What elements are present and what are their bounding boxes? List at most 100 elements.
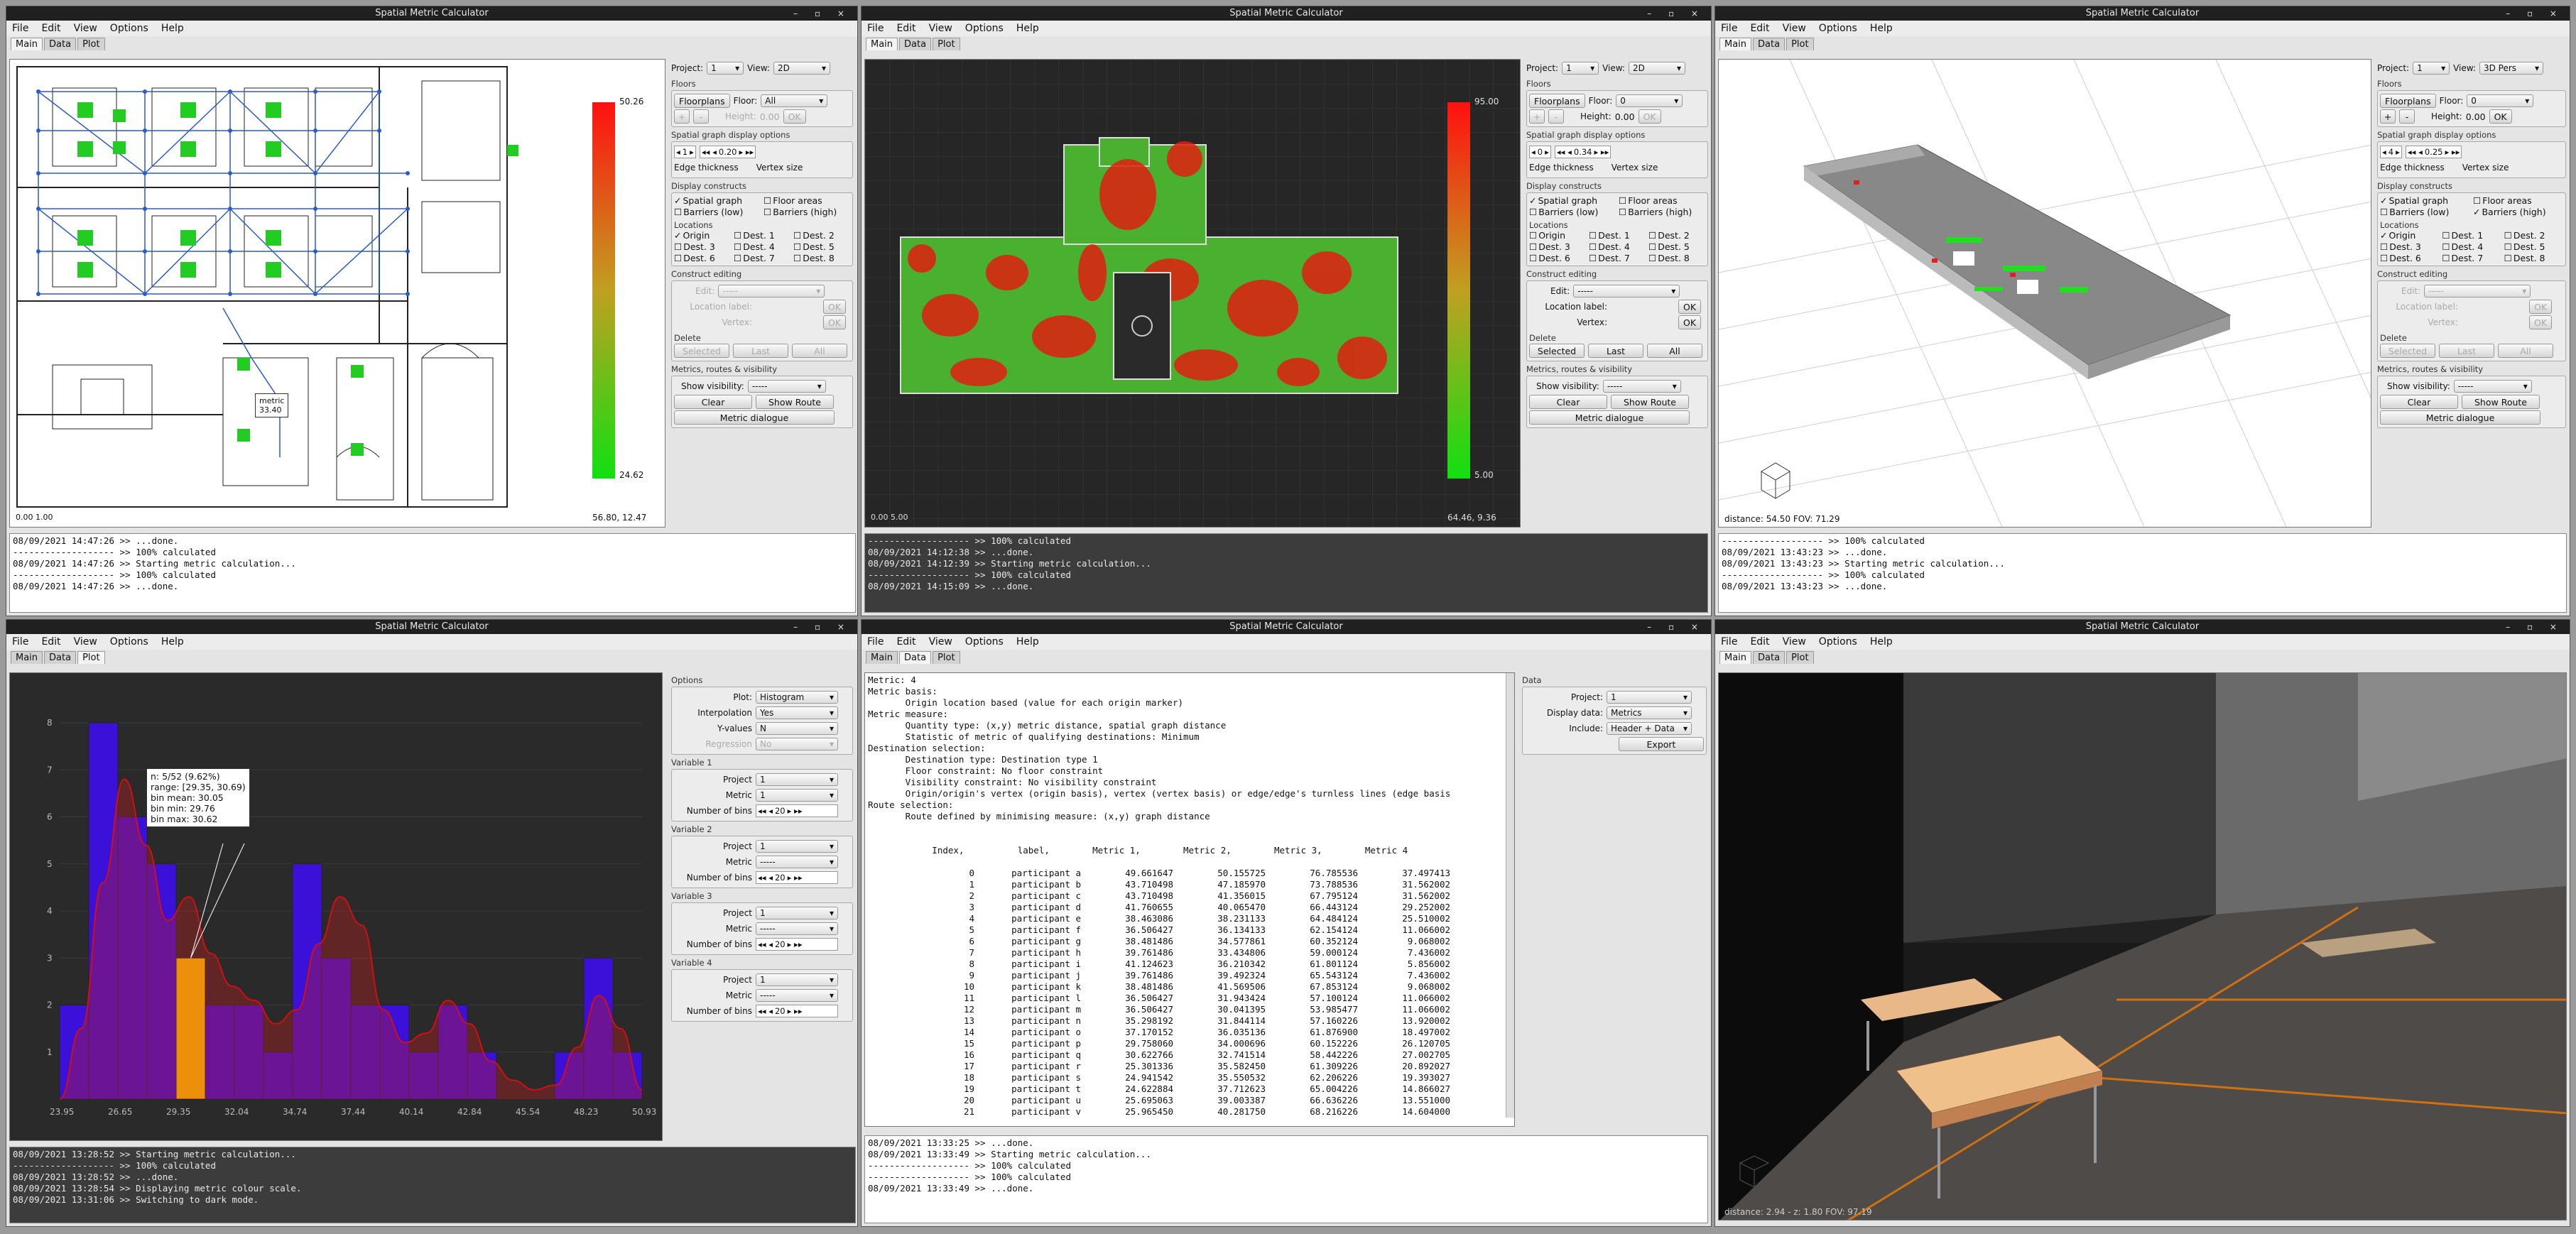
tab-data[interactable]: Data [899,38,932,50]
dest3-checkbox[interactable]: ☐ Dest. 3 [1529,241,1586,252]
window-controls[interactable]: – ▫ × [1647,620,1705,634]
menu-edit[interactable]: Edit [896,23,915,34]
metric-dialogue-button[interactable]: Metric dialogue [1529,410,1690,425]
delete-last-button[interactable]: Last [2439,344,2494,358]
menu-file[interactable]: File [12,23,28,34]
menu-file[interactable]: File [1721,23,1737,34]
tab-plot[interactable]: Plot [77,38,105,50]
menu-help[interactable]: Help [161,636,184,648]
project-select[interactable]: 1 ▾ [1607,691,1692,704]
dest2-checkbox[interactable]: ☐ Dest. 2 [1648,230,1705,241]
menu-view[interactable]: View [1783,636,1806,648]
delete-all-button[interactable]: All [1647,344,1702,358]
bins-spinner[interactable]: ◂◂ ◂ 20 ▸ ▸▸ [756,1005,838,1017]
dest4-checkbox[interactable]: ☐ Dest. 4 [1589,241,1646,252]
tab-data[interactable]: Data [44,651,77,664]
edit-select[interactable]: ----- ▾ [2424,285,2531,297]
bins-spinner[interactable]: ◂◂ ◂ 20 ▸ ▸▸ [756,804,838,817]
dest8-checkbox[interactable]: ☐ Dest. 8 [1648,253,1705,263]
dest6-checkbox[interactable]: ☐ Dest. 6 [1529,253,1586,263]
var-project-select[interactable]: 1 ▾ [756,773,838,786]
show-route-button[interactable]: Show Route [756,395,834,409]
dest3-checkbox[interactable]: ☐ Dest. 3 [674,241,731,252]
menu-file[interactable]: File [867,23,884,34]
include-select[interactable]: Header + Data ▾ [1607,722,1692,735]
dest5-checkbox[interactable]: ☐ Dest. 5 [1648,241,1705,252]
add-floor-button[interactable]: + [674,109,690,124]
tab-main[interactable]: Main [1719,38,1752,50]
menu-options[interactable]: Options [1819,636,1857,648]
vertex-size-spinner[interactable]: ◂◂ ◂ 0.34 ▸ ▸▸ [1554,146,1612,158]
spatial-graph-checkbox[interactable]: ✓ Spatial graph [674,195,761,206]
location-ok-button[interactable]: OK [1678,300,1702,314]
remove-floor-button[interactable]: - [2399,109,2415,124]
menu-options[interactable]: Options [110,23,148,34]
menu-view[interactable]: View [1783,23,1806,34]
var-project-select[interactable]: 1 ▾ [756,907,838,919]
dest4-checkbox[interactable]: ☐ Dest. 4 [2442,241,2501,252]
vertex-ok-button[interactable]: OK [823,315,847,329]
tab-plot[interactable]: Plot [933,651,960,664]
dest1-checkbox[interactable]: ☐ Dest. 1 [734,230,790,241]
floor-select[interactable]: 0 ▾ [2467,94,2534,107]
tab-plot[interactable]: Plot [933,38,960,50]
var-metric-select[interactable]: ----- ▾ [756,856,838,868]
edge-thickness-spinner[interactable]: ◂ 0 ▸ [1529,146,1551,158]
menu-file[interactable]: File [12,636,28,648]
origin-checkbox[interactable]: ✓ Origin [674,230,731,241]
menu-options[interactable]: Options [965,636,1004,648]
delete-selected-button[interactable]: Selected [674,344,729,358]
tab-data[interactable]: Data [1753,651,1786,664]
window-controls[interactable]: – ▫ × [793,620,852,634]
barriers-low-checkbox[interactable]: ☐ Barriers (low) [2380,207,2470,217]
dest7-checkbox[interactable]: ☐ Dest. 7 [1589,253,1646,263]
project-select[interactable]: 1 ▾ [707,62,744,75]
bins-spinner[interactable]: ◂◂ ◂ 20 ▸ ▸▸ [756,871,838,884]
origin-checkbox[interactable]: ✓ Origin [2380,230,2439,241]
floorplans-button[interactable]: Floorplans [1529,94,1585,108]
visibility-select[interactable]: ----- ▾ [1602,380,1681,393]
log-console[interactable]: ------------------- >> 100% calculated 08… [1718,533,2567,613]
metric-dialogue-button[interactable]: Metric dialogue [2380,410,2540,425]
vertical-scrollbar[interactable] [1506,673,1514,1118]
menu-file[interactable]: File [1721,636,1737,648]
floor-areas-checkbox[interactable]: ☐ Floor areas [763,195,850,206]
barriers-high-checkbox[interactable]: ✓ Barriers (high) [2473,207,2563,217]
window-controls[interactable]: – ▫ × [2506,620,2564,634]
tab-plot[interactable]: Plot [1786,651,1814,664]
delete-all-button[interactable]: All [2498,344,2553,358]
edit-select[interactable]: ----- ▾ [1573,285,1680,297]
log-console[interactable]: ------------------- >> 100% calculated 08… [864,533,1708,613]
dest2-checkbox[interactable]: ☐ Dest. 2 [793,230,850,241]
metric-dialogue-button[interactable]: Metric dialogue [674,410,835,425]
barriers-low-checkbox[interactable]: ☐ Barriers (low) [674,207,761,217]
display-data-select[interactable]: Metrics ▾ [1607,706,1692,719]
interpolation-select[interactable]: Yes ▾ [756,706,838,719]
barriers-high-checkbox[interactable]: ☐ Barriers (high) [1619,207,1705,217]
delete-last-button[interactable]: Last [1588,344,1643,358]
edge-thickness-spinner[interactable]: ◂ 1 ▸ [674,146,696,158]
menu-view[interactable]: View [929,636,952,648]
clear-button[interactable]: Clear [2380,395,2458,409]
bins-spinner[interactable]: ◂◂ ◂ 20 ▸ ▸▸ [756,938,838,951]
floor-select[interactable]: All ▾ [761,94,828,107]
spatial-graph-checkbox[interactable]: ✓ Spatial graph [1529,195,1616,206]
tab-main[interactable]: Main [866,38,898,50]
first-person-viewport[interactable]: distance: 2.94 - z: 1.80 FOV: 97.19 [1718,672,2567,1221]
menu-help[interactable]: Help [1016,23,1039,34]
menu-help[interactable]: Help [1870,23,1893,34]
vertex-ok-button[interactable]: OK [2529,315,2553,329]
vertex-ok-button[interactable]: OK [1678,315,1702,329]
heatmap-viewport[interactable]: 95.00 5.00 64.46, 9.36 0.00 5.00 [864,59,1521,528]
menu-options[interactable]: Options [965,23,1004,34]
menu-help[interactable]: Help [1016,636,1039,648]
floor-select[interactable]: 0 ▾ [1616,94,1683,107]
var-project-select[interactable]: 1 ▾ [756,973,838,986]
remove-floor-button[interactable]: - [1548,109,1564,124]
location-ok-button[interactable]: OK [2529,300,2553,314]
height-ok-button[interactable]: OK [1638,109,1661,124]
regression-select[interactable]: No ▾ [756,738,838,750]
dest6-checkbox[interactable]: ☐ Dest. 6 [2380,253,2439,263]
dest1-checkbox[interactable]: ☐ Dest. 1 [1589,230,1646,241]
dest8-checkbox[interactable]: ☐ Dest. 8 [2504,253,2563,263]
